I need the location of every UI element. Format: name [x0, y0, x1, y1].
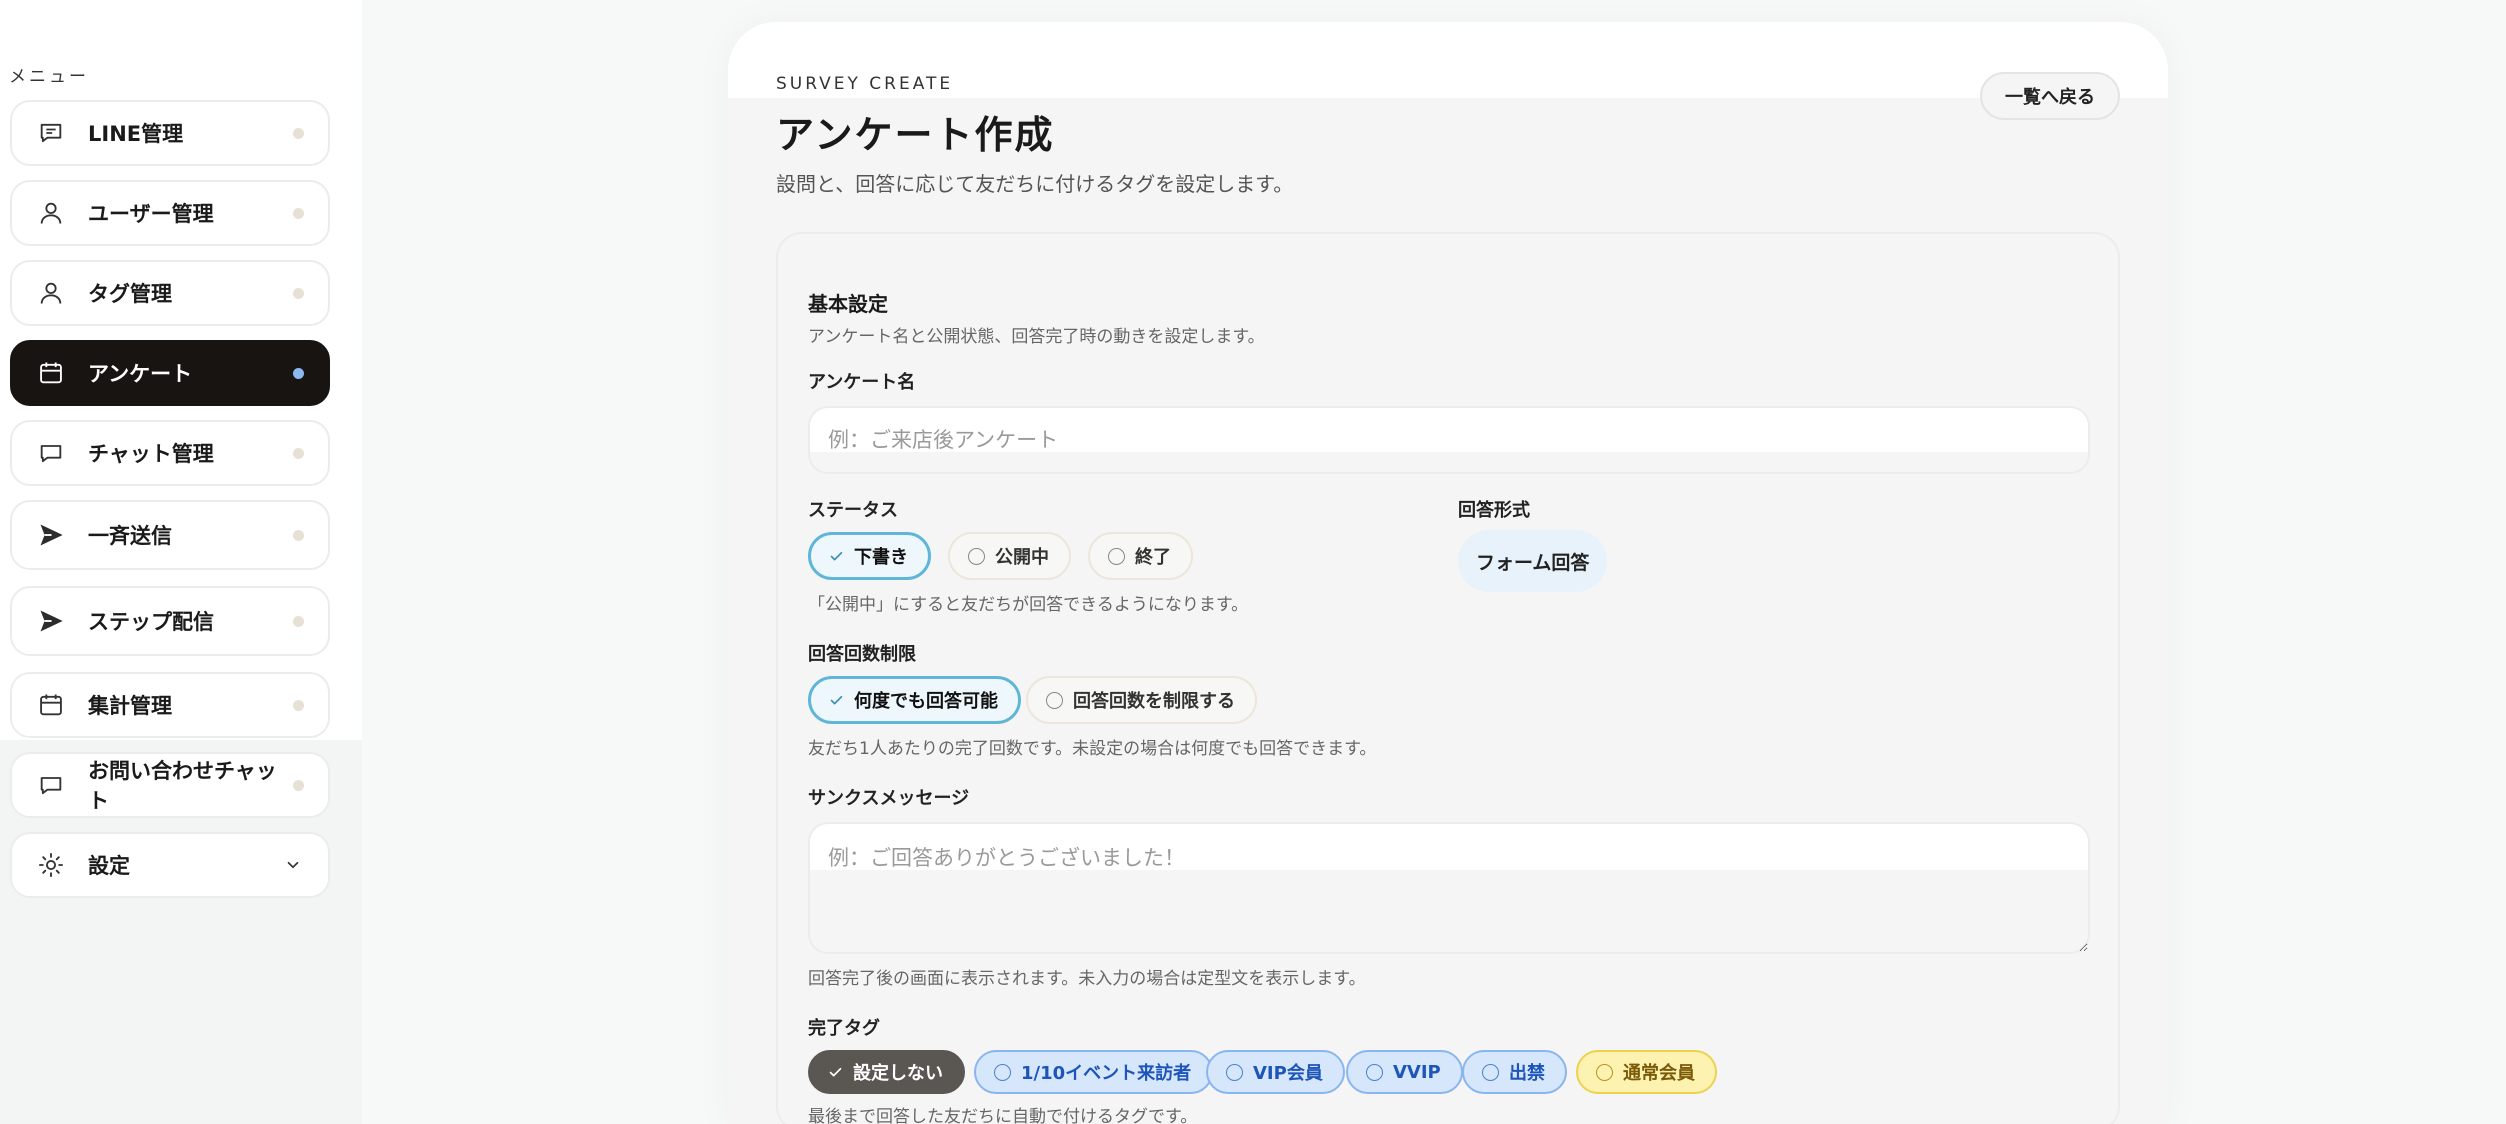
chip-label: 公開中 [995, 547, 1049, 568]
chip-label: 1/10イベント来訪者 [1021, 1063, 1192, 1084]
status-option-published[interactable]: 公開中 [948, 532, 1071, 580]
survey-name-label: アンケート名 [808, 372, 916, 393]
status-hint: 「公開中」にすると友だちが回答できるようになります。 [808, 595, 1249, 615]
survey-name-input[interactable] [808, 406, 2090, 474]
tag-option-regular-member[interactable]: 通常会員 [1576, 1050, 1717, 1094]
radio-circle-icon [1596, 1063, 1613, 1081]
completion-tag-hint: 最後まで回答した友だちに自動で付けるタグです。 [808, 1107, 1198, 1124]
sidebar-item-tags[interactable]: タグ管理 [10, 260, 330, 326]
sidebar-item-label: LINE管理 [88, 122, 184, 146]
status-dot [293, 367, 304, 379]
chip-label: 何度でも回答可能 [854, 691, 998, 712]
limit-option-restricted[interactable]: 回答回数を制限する [1026, 676, 1257, 724]
response-limit-label: 回答回数制限 [808, 644, 916, 665]
status-label: ステータス [808, 500, 898, 521]
page-title: アンケート作成 [776, 112, 1055, 157]
sidebar-item-label: お問い合わせチャット [88, 759, 277, 813]
menu-caption: メニュー [9, 67, 89, 87]
status-option-closed[interactable]: 終了 [1088, 532, 1193, 580]
tag-option-vvip[interactable]: VVIP [1346, 1050, 1463, 1094]
sidebar-item-label: ステップ配信 [88, 610, 214, 634]
status-option-draft[interactable]: 下書き [808, 532, 931, 580]
sidebar-item-users[interactable]: ユーザー管理 [10, 180, 330, 246]
chip-label: 通常会員 [1623, 1063, 1695, 1084]
chip-label: VVIP [1393, 1061, 1441, 1083]
chip-label: 回答回数を制限する [1073, 691, 1235, 712]
calendar-icon [36, 690, 66, 720]
page-eyebrow: SURVEY CREATE [776, 74, 954, 94]
tag-option-event-visitor[interactable]: 1/10イベント来訪者 [974, 1050, 1214, 1094]
chat-bubble-icon [36, 770, 66, 800]
chat-bubble-icon [36, 438, 66, 468]
thanks-message-hint: 回答完了後の画面に表示されます。未入力の場合は定型文を表示します。 [808, 969, 1366, 989]
sidebar: メニュー LINE管理 ユーザー管理 タグ管理 アンケート チャット管理 一斉送… [0, 0, 362, 1124]
check-icon [828, 1065, 843, 1080]
send-icon [36, 520, 66, 550]
completion-tag-label: 完了タグ [808, 1018, 880, 1039]
status-dot [293, 529, 304, 541]
sidebar-item-inquiry-chat[interactable]: お問い合わせチャット [10, 752, 330, 818]
chevron-down-icon [287, 861, 299, 869]
radio-circle-icon [1366, 1063, 1383, 1081]
radio-circle-icon [968, 547, 985, 565]
sidebar-item-label: 設定 [88, 854, 130, 878]
status-dot [293, 207, 304, 219]
radio-circle-icon [994, 1063, 1011, 1081]
sidebar-item-label: チャット管理 [88, 442, 214, 466]
sidebar-item-line[interactable]: LINE管理 [10, 100, 330, 166]
sidebar-item-step-delivery[interactable]: ステップ配信 [10, 586, 330, 656]
tag-option-banned[interactable]: 出禁 [1462, 1050, 1567, 1094]
response-limit-hint: 友だち1人あたりの完了回数です。未設定の場合は何度でも回答できます。 [808, 739, 1377, 759]
answer-format-badge: フォーム回答 [1458, 530, 1608, 592]
chat-bubble-lines-icon [36, 118, 66, 148]
radio-circle-icon [1046, 691, 1063, 709]
status-dot [293, 699, 304, 711]
radio-circle-icon [1108, 547, 1125, 565]
answer-format-label: 回答形式 [1458, 500, 1530, 521]
sidebar-item-label: タグ管理 [88, 282, 172, 306]
calendar-icon [36, 358, 66, 388]
survey-create-panel: SURVEY CREATE アンケート作成 設問と、回答に応じて友だちに付けるタ… [728, 22, 2168, 1124]
send-icon [36, 606, 66, 636]
status-dot [293, 615, 304, 627]
check-icon [829, 693, 844, 708]
sidebar-item-label: 一斉送信 [88, 524, 172, 548]
user-icon [36, 278, 66, 308]
chip-label: 下書き [854, 547, 908, 568]
chip-label: 終了 [1135, 547, 1171, 568]
gear-icon [36, 850, 66, 880]
check-icon [829, 549, 844, 564]
radio-circle-icon [1482, 1063, 1499, 1081]
sidebar-item-survey[interactable]: アンケート [10, 340, 330, 406]
section-title: 基本設定 [808, 292, 888, 316]
sidebar-item-settings[interactable]: 設定 [10, 832, 330, 898]
sidebar-item-label: アンケート [88, 362, 193, 386]
radio-circle-icon [1226, 1063, 1243, 1081]
user-icon [36, 198, 66, 228]
sidebar-item-analytics[interactable]: 集計管理 [10, 672, 330, 738]
sidebar-item-broadcast[interactable]: 一斉送信 [10, 500, 330, 570]
status-dot [293, 287, 304, 299]
basic-settings-card: 基本設定 アンケート名と公開状態、回答完了時の動きを設定します。 アンケート名 … [776, 232, 2120, 1124]
status-dot [293, 447, 304, 459]
tag-option-none[interactable]: 設定しない [808, 1050, 965, 1094]
back-to-list-button[interactable]: 一覧へ戻る [1980, 72, 2120, 120]
chip-label: 設定しない [853, 1063, 943, 1084]
sidebar-item-label: 集計管理 [88, 694, 172, 718]
thanks-message-label: サンクスメッセージ [808, 788, 970, 809]
sidebar-item-chat[interactable]: チャット管理 [10, 420, 330, 486]
chip-label: VIP会員 [1253, 1063, 1323, 1084]
status-dot [293, 127, 304, 139]
thanks-message-input[interactable] [808, 822, 2090, 954]
status-dot [293, 779, 304, 791]
limit-option-unlimited[interactable]: 何度でも回答可能 [808, 676, 1021, 724]
section-description: アンケート名と公開状態、回答完了時の動きを設定します。 [808, 327, 1265, 347]
page-description: 設問と、回答に応じて友だちに付けるタグを設定します。 [776, 172, 1294, 196]
sidebar-item-label: ユーザー管理 [88, 202, 214, 226]
tag-option-vip[interactable]: VIP会員 [1206, 1050, 1345, 1094]
chip-label: 出禁 [1509, 1063, 1545, 1084]
